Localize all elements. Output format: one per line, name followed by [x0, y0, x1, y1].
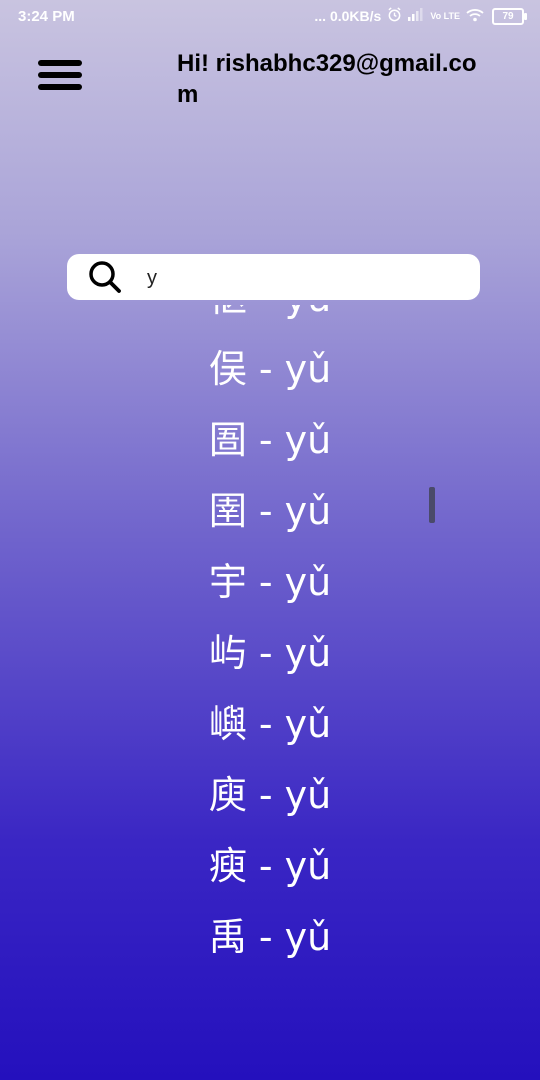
search-bar[interactable]	[67, 254, 480, 300]
result-separator: -	[247, 305, 285, 320]
wifi-icon	[466, 8, 484, 25]
result-hanzi: 屿	[208, 631, 247, 675]
battery-indicator: 79	[492, 7, 527, 25]
search-input[interactable]	[145, 263, 469, 293]
result-item[interactable]: 圄 - yǔ	[0, 405, 540, 476]
menu-button[interactable]	[38, 58, 84, 94]
alarm-icon	[387, 7, 402, 25]
results-list[interactable]: 伛-yǔ俣-yǔ圄-yǔ圉-yǔ宇-yǔ屿-yǔ嶼-yǔ庾-yǔ瘐-yǔ禹-yǔ	[0, 305, 540, 990]
result-pinyin: yǔ	[284, 844, 332, 888]
volte-label: Vo LTE	[430, 10, 460, 21]
result-item[interactable]: 嶼 - yǔ	[0, 689, 540, 760]
result-pinyin: yǔ	[284, 347, 332, 391]
network-speed: ... 0.0KB/s	[314, 8, 382, 24]
result-separator: -	[258, 489, 273, 533]
result-separator: -	[258, 347, 273, 391]
result-item[interactable]: 屿 - yǔ	[0, 618, 540, 689]
result-hanzi: 圉	[208, 489, 247, 533]
result-item[interactable]: 圉 - yǔ	[0, 476, 540, 547]
result-hanzi: 庾	[208, 773, 247, 817]
result-pinyin: yǔ	[284, 489, 332, 533]
status-time: 3:24 PM	[18, 8, 75, 25]
result-separator: -	[258, 844, 273, 888]
result-hanzi: 禹	[208, 915, 247, 959]
result-hanzi: 瘐	[208, 844, 247, 888]
result-separator: -	[258, 702, 273, 746]
result-list-container: 伛-yǔ俣-yǔ圄-yǔ圉-yǔ宇-yǔ屿-yǔ嶼-yǔ庾-yǔ瘐-yǔ禹-yǔ	[0, 305, 540, 973]
search-icon	[87, 259, 123, 295]
result-item[interactable]: 瘐 - yǔ	[0, 831, 540, 902]
result-item[interactable]: 宇 - yǔ	[0, 547, 540, 618]
result-item[interactable]: 禹 - yǔ	[0, 902, 540, 973]
result-separator: -	[258, 631, 273, 675]
greeting-text: Hi! rishabhc329@gmail.com	[177, 50, 477, 108]
result-separator: -	[258, 560, 273, 604]
result-pinyin: yǔ	[284, 773, 332, 817]
result-item[interactable]: 俣 - yǔ	[0, 334, 540, 405]
result-hanzi: 伛	[209, 305, 247, 320]
result-item[interactable]: 庾 - yǔ	[0, 760, 540, 831]
result-hanzi: 圄	[208, 418, 247, 462]
result-pinyin: yǔ	[285, 305, 332, 320]
result-separator: -	[258, 773, 273, 817]
result-separator: -	[258, 915, 273, 959]
result-hanzi: 俣	[208, 347, 247, 391]
battery-level: 79	[502, 10, 514, 22]
result-pinyin: yǔ	[284, 560, 332, 604]
result-pinyin: yǔ	[284, 631, 332, 675]
signal-icon	[408, 8, 424, 24]
result-hanzi: 嶼	[208, 702, 247, 746]
result-separator: -	[258, 418, 273, 462]
hamburger-menu-icon	[38, 60, 82, 66]
result-pinyin: yǔ	[284, 418, 332, 462]
status-bar: 3:24 PM ... 0.0KB/s Vo LTE 79	[0, 0, 540, 34]
status-icons: ... 0.0KB/s Vo LTE 79	[314, 7, 527, 25]
result-pinyin: yǔ	[284, 915, 332, 959]
result-pinyin: yǔ	[284, 702, 332, 746]
result-item[interactable]: 伛-yǔ	[0, 305, 540, 334]
scrollbar[interactable]	[429, 487, 435, 523]
result-hanzi: 宇	[208, 560, 247, 604]
